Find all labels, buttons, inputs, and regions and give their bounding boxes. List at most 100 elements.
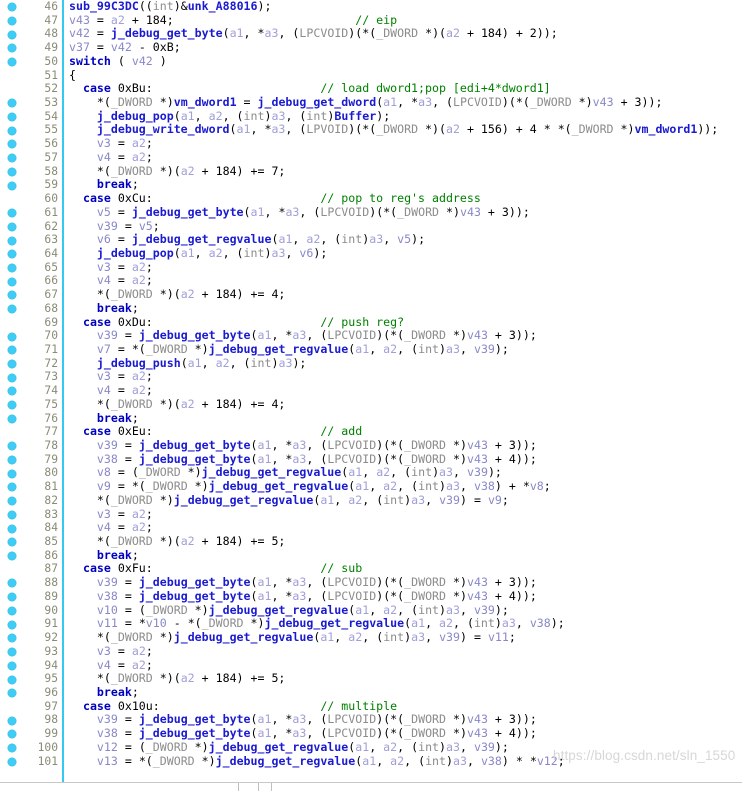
breakpoint-dot-icon[interactable]: [8, 456, 16, 465]
breakpoint-dot-icon[interactable]: [8, 401, 16, 410]
code-line[interactable]: 99 v38 = j_debug_get_byte(a1, *a3, (LPCV…: [0, 726, 742, 741]
code-line[interactable]: 51 {: [0, 68, 742, 83]
code-line[interactable]: 50 switch ( v42 ): [0, 54, 742, 69]
code-line[interactable]: 54 j_debug_pop(a1, a2, (int)a3, (int)Buf…: [0, 109, 742, 124]
breakpoint-dot-icon[interactable]: [8, 236, 16, 245]
code-line[interactable]: 93 v3 = a2;: [0, 644, 742, 659]
code-line[interactable]: 71 v7 = *(_DWORD *)j_debug_get_regvalue(…: [0, 342, 742, 357]
code-line[interactable]: 96 break;: [0, 685, 742, 700]
breakpoint-dot-icon[interactable]: [8, 716, 16, 725]
code-line[interactable]: 82 *(_DWORD *)j_debug_get_regvalue(a1, a…: [0, 493, 742, 508]
code-line[interactable]: 49 v37 = v42 - 0xB;: [0, 40, 742, 55]
code-line-list[interactable]: 46 sub_99C3DC((int)&unk_A88016); 47 v43 = a…: [0, 0, 742, 768]
code-line[interactable]: 68 break;: [0, 301, 742, 316]
breakpoint-dot-icon[interactable]: [8, 359, 16, 368]
code-line[interactable]: 97 case 0x10u: // multiple: [0, 699, 742, 714]
breakpoint-dot-icon[interactable]: [8, 126, 16, 135]
breakpoint-dot-icon[interactable]: [8, 305, 16, 314]
breakpoint-dot-icon[interactable]: [8, 17, 16, 26]
breakpoint-dot-icon[interactable]: [8, 44, 16, 53]
breakpoint-dot-icon[interactable]: [8, 167, 16, 176]
code-line[interactable]: 84 v4 = a2;: [0, 520, 742, 535]
breakpoint-dot-icon[interactable]: [8, 538, 16, 547]
breakpoint-dot-icon[interactable]: [8, 675, 16, 684]
breakpoint-dot-icon[interactable]: [8, 689, 16, 698]
code-line[interactable]: 55 j_debug_write_dword(a1, *a3, (LPVOID)…: [0, 123, 742, 137]
code-line[interactable]: 88 v39 = j_debug_get_byte(a1, *a3, (LPCV…: [0, 575, 742, 590]
code-line[interactable]: 87 case 0xFu: // sub: [0, 562, 742, 576]
code-line[interactable]: 73 v3 = a2;: [0, 370, 742, 384]
code-line[interactable]: 101 v13 = *(_DWORD *)j_debug_get_regvalu…: [0, 754, 742, 769]
breakpoint-dot-icon[interactable]: [8, 661, 16, 670]
breakpoint-dot-icon[interactable]: [8, 483, 16, 492]
code-line[interactable]: 60 case 0xCu: // pop to reg's address: [0, 191, 742, 206]
breakpoint-dot-icon[interactable]: [8, 510, 16, 519]
breakpoint-dot-icon[interactable]: [8, 469, 16, 478]
code-line[interactable]: 86 break;: [0, 548, 742, 563]
breakpoint-dot-icon[interactable]: [8, 277, 16, 286]
breakpoint-dot-icon[interactable]: [8, 620, 16, 629]
breakpoint-dot-icon[interactable]: [8, 154, 16, 163]
code-line[interactable]: 78 v39 = j_debug_get_byte(a1, *a3, (LPCV…: [0, 438, 742, 453]
code-line[interactable]: 67 *(_DWORD *)(a2 + 184) += 4;: [0, 287, 742, 302]
code-line[interactable]: 66 v4 = a2;: [0, 274, 742, 288]
breakpoint-dot-icon[interactable]: [8, 113, 16, 122]
breakpoint-dot-icon[interactable]: [8, 593, 16, 602]
breakpoint-dot-icon[interactable]: [8, 442, 16, 451]
breakpoint-dot-icon[interactable]: [8, 757, 16, 766]
code-line[interactable]: 85 *(_DWORD *)(a2 + 184) += 5;: [0, 534, 742, 549]
code-line[interactable]: 65 v3 = a2;: [0, 260, 742, 275]
breakpoint-dot-icon[interactable]: [8, 730, 16, 739]
breakpoint-dot-icon[interactable]: [8, 291, 16, 300]
code-line[interactable]: 90 v10 = (_DWORD *)j_debug_get_regvalue(…: [0, 603, 742, 618]
code-line[interactable]: 75 *(_DWORD *)(a2 + 184) += 4;: [0, 397, 742, 412]
breakpoint-dot-icon[interactable]: [8, 744, 16, 753]
code-line[interactable]: 62 v39 = v5;: [0, 219, 742, 234]
code-line[interactable]: 92 *(_DWORD *)j_debug_get_regvalue(a1, a…: [0, 630, 742, 645]
breakpoint-dot-icon[interactable]: [8, 497, 16, 506]
breakpoint-dot-icon[interactable]: [8, 263, 16, 272]
code-line[interactable]: 91 v11 = *v10 - *(_DWORD *)j_debug_get_r…: [0, 616, 742, 631]
code-line[interactable]: 59 break;: [0, 177, 742, 192]
breakpoint-dot-icon[interactable]: [8, 414, 16, 423]
code-line[interactable]: 89 v38 = j_debug_get_byte(a1, *a3, (LPCV…: [0, 589, 742, 604]
code-line[interactable]: 57 v4 = a2;: [0, 150, 742, 165]
code-line[interactable]: 58 *(_DWORD *)(a2 + 184) += 7;: [0, 164, 742, 179]
breakpoint-dot-icon[interactable]: [8, 181, 16, 190]
breakpoint-dot-icon[interactable]: [8, 332, 16, 341]
code-line[interactable]: 83 v3 = a2;: [0, 507, 742, 522]
code-line[interactable]: 72 j_debug_push(a1, a2, (int)a3);: [0, 356, 742, 371]
code-line[interactable]: 98 v39 = j_debug_get_byte(a1, *a3, (LPCV…: [0, 713, 742, 727]
code-line[interactable]: 100 v12 = (_DWORD *)j_debug_get_regvalue…: [0, 740, 742, 755]
code-line[interactable]: 81 v9 = *(_DWORD *)j_debug_get_regvalue(…: [0, 479, 742, 494]
breakpoint-dot-icon[interactable]: [8, 30, 16, 39]
code-line[interactable]: 74 v4 = a2;: [0, 383, 742, 398]
breakpoint-dot-icon[interactable]: [8, 140, 16, 149]
code-line[interactable]: 79 v38 = j_debug_get_byte(a1, *a3, (LPCV…: [0, 452, 742, 467]
code-line[interactable]: 70 v39 = j_debug_get_byte(a1, *a3, (LPCV…: [0, 328, 742, 343]
code-line[interactable]: 47 v43 = a2 + 184; // eip: [0, 13, 742, 28]
code-line[interactable]: 48 v42 = j_debug_get_byte(a1, *a3, (LPCVO…: [0, 27, 742, 41]
code-line[interactable]: 53 *(_DWORD *)vm_dword1 = j_debug_get_dw…: [0, 95, 742, 110]
breakpoint-dot-icon[interactable]: [8, 634, 16, 643]
breakpoint-dot-icon[interactable]: [8, 250, 16, 259]
breakpoint-dot-icon[interactable]: [8, 58, 16, 67]
breakpoint-dot-icon[interactable]: [8, 648, 16, 657]
code-line[interactable]: 76 break;: [0, 411, 742, 426]
code-line[interactable]: 69 case 0xDu: // push reg?: [0, 315, 742, 330]
breakpoint-dot-icon[interactable]: [8, 209, 16, 218]
code-line[interactable]: 95 *(_DWORD *)(a2 + 184) += 5;: [0, 671, 742, 686]
code-line[interactable]: 46 sub_99C3DC((int)&unk_A88016);: [0, 0, 742, 14]
breakpoint-dot-icon[interactable]: [8, 3, 16, 12]
breakpoint-dot-icon[interactable]: [8, 606, 16, 615]
breakpoint-dot-icon[interactable]: [8, 346, 16, 355]
code-line[interactable]: 52 case 0xBu: // load dword1;pop [edi+4*…: [0, 81, 742, 96]
code-line[interactable]: 64 j_debug_pop(a1, a2, (int)a3, v6);: [0, 246, 742, 261]
breakpoint-dot-icon[interactable]: [8, 524, 16, 533]
breakpoint-dot-icon[interactable]: [8, 387, 16, 396]
pseudocode-code-view[interactable]: 46 sub_99C3DC((int)&unk_A88016); 47 v43 = a…: [0, 0, 742, 782]
code-line[interactable]: 61 v5 = j_debug_get_byte(a1, *a3, (LPCVO…: [0, 205, 742, 220]
code-line[interactable]: 77 case 0xEu: // add: [0, 424, 742, 439]
code-line[interactable]: 94 v4 = a2;: [0, 658, 742, 673]
breakpoint-dot-icon[interactable]: [8, 373, 16, 382]
